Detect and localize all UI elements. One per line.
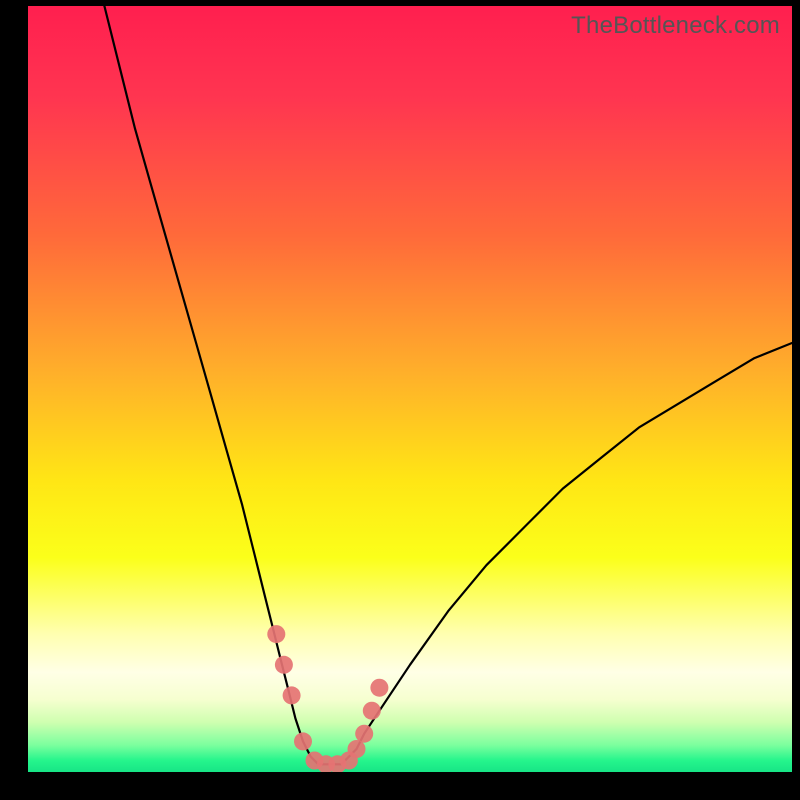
highlight-markers xyxy=(267,625,388,772)
curve-layer xyxy=(28,6,792,772)
chart-frame: TheBottleneck.com xyxy=(0,0,800,800)
bottleneck-curve xyxy=(104,6,792,764)
plot-area: TheBottleneck.com xyxy=(28,6,792,772)
